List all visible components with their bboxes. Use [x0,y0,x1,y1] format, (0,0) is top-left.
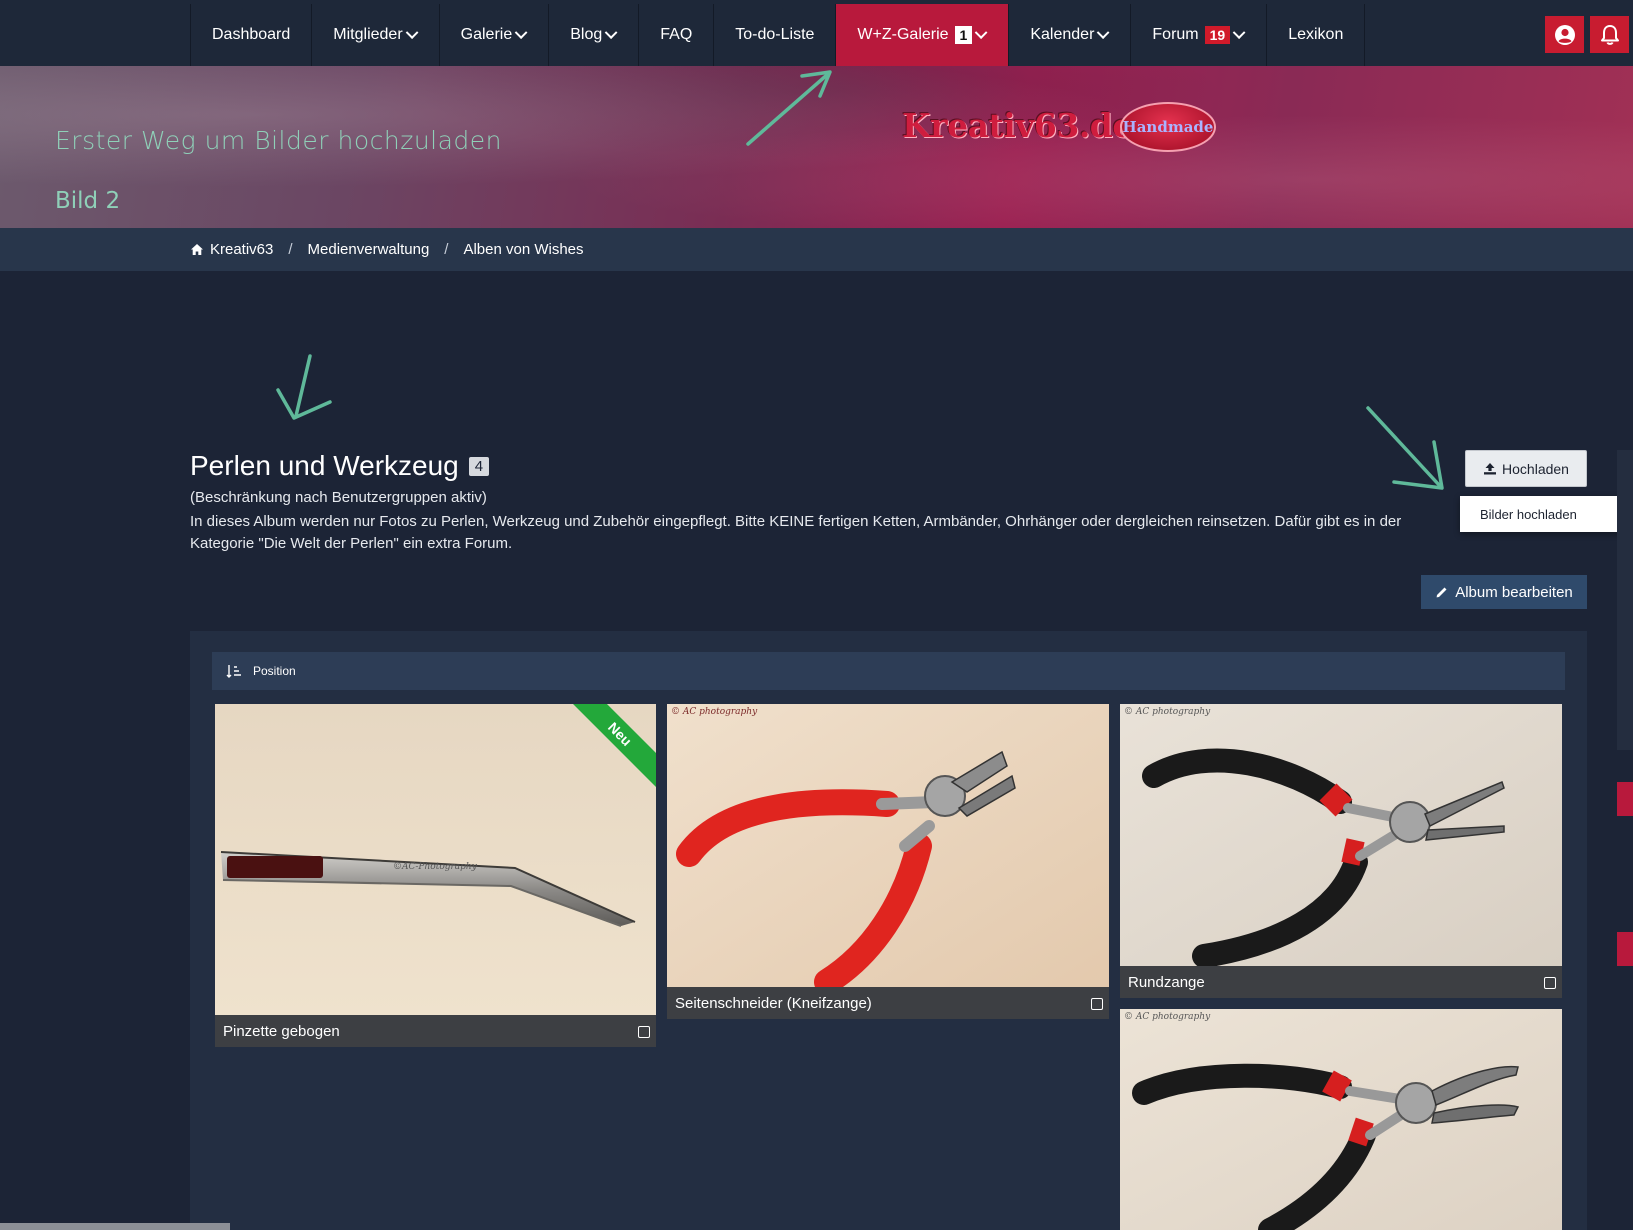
select-checkbox[interactable] [1091,998,1103,1010]
nav-item-mitglieder[interactable]: Mitglieder [312,4,440,66]
select-checkbox[interactable] [1544,977,1556,989]
notification-badge: 1 [954,26,973,44]
sort-bar[interactable]: Position [212,652,1565,690]
nav-label: To-do-Liste [735,26,815,43]
gallery-image-tile[interactable]: © AC photography [1120,1009,1562,1230]
image-caption: Seitenschneider (Kneifzange) [667,987,1109,1019]
sort-label: Position [253,664,296,678]
nav-item-faq[interactable]: FAQ [639,4,715,66]
top-navigation: Dashboard Mitglieder Galerie Blog FAQ To… [0,0,1633,67]
nav-item-dashboard[interactable]: Dashboard [191,4,313,66]
user-circle-icon [1554,24,1575,45]
breadcrumb-item-medienverwaltung[interactable]: Medienverwaltung [308,241,430,258]
flat-nose-pliers-photo [1120,1009,1562,1230]
nav-label: Forum [1152,26,1199,43]
upload-button-label: Hochladen [1502,460,1569,477]
photo-watermark: © AC photography [1124,1012,1211,1022]
gallery-image-tile[interactable]: ©AC-Photography Neu Pinzette gebogen [215,704,656,1047]
home-icon [191,244,203,255]
breadcrumb-separator: / [444,241,449,258]
select-checkbox[interactable] [638,1026,650,1038]
nav-item-todo-liste[interactable]: To-do-Liste [714,4,837,66]
breadcrumb-item-kreativ63[interactable]: Kreativ63 [210,241,273,258]
main-menu: Dashboard Mitglieder Galerie Blog FAQ To… [190,4,1366,66]
user-menu-button[interactable] [1545,16,1584,53]
annotation-arrow-icon [276,354,332,420]
side-tab[interactable] [1617,782,1633,816]
album-description: In dieses Album werden nur Fotos zu Perl… [190,513,1402,552]
side-cutter-photo [667,704,1109,987]
upload-button[interactable]: Hochladen [1465,450,1587,487]
chevron-down-icon [405,25,419,39]
gallery-image-tile[interactable]: © AC photography Rundzange [1120,704,1562,998]
annotation-arrow-icon [746,70,832,146]
nav-label: W+Z-Galerie [857,26,949,43]
album-header: Perlen und Werkzeug 4 [190,450,490,482]
notifications-button[interactable] [1590,16,1629,53]
breadcrumb: Kreativ63 / Medienverwaltung / Alben von… [0,228,1633,271]
side-tab[interactable] [1617,932,1633,966]
nav-label: Galerie [460,26,513,43]
tweezers-photo [215,704,656,1015]
page-title: Perlen und Werkzeug [190,450,459,481]
nav-item-forum[interactable]: Forum 19 [1131,4,1268,66]
notification-badge: 19 [1204,26,1231,44]
site-logo[interactable]: Kreativ63.de [902,106,1133,145]
nav-item-kalender[interactable]: Kalender [1009,4,1132,66]
upload-icon [1484,463,1497,475]
image-count-badge: 4 [468,456,490,476]
gallery-image-tile[interactable]: © AC photography Seitenschneider (Kneifz… [667,704,1109,1019]
bell-icon [1600,24,1619,45]
edit-album-label: Album bearbeiten [1455,583,1573,601]
chevron-down-icon [975,25,988,39]
banner-subheading: Bild 2 [55,188,121,214]
banner-heading: Erster Weg um Bilder hochzuladen [55,126,503,155]
photo-watermark: © AC photography [671,707,758,717]
nav-item-lexikon[interactable]: Lexikon [1267,4,1366,66]
chevron-down-icon [1097,25,1110,39]
nav-item-blog[interactable]: Blog [549,4,640,66]
menu-item-bilder-hochladen[interactable]: Bilder hochladen [1460,496,1623,532]
nav-label: Blog [570,26,603,43]
breadcrumb-item-alben[interactable]: Alben von Wishes [463,241,583,258]
pencil-icon [1436,587,1447,598]
sort-ascending-icon [226,665,241,678]
page-scrollbar[interactable] [1617,450,1633,750]
horizontal-scrollbar[interactable] [0,1223,230,1230]
chevron-down-icon [1232,25,1246,39]
nav-label: Dashboard [212,26,291,43]
album-restriction-note: (Beschränkung nach Benutzergruppen aktiv… [190,489,487,506]
photo-watermark: ©AC-Photography [393,862,477,872]
handmade-badge: Handmade [1120,102,1216,152]
annotation-arrow-icon [1366,406,1444,490]
edit-album-button[interactable]: Album bearbeiten [1421,575,1587,609]
nav-label: Mitglieder [333,26,403,43]
nav-label: Kalender [1030,26,1095,43]
photo-watermark: © AC photography [1124,707,1211,717]
breadcrumb-separator: / [288,241,293,258]
round-nose-pliers-photo [1120,704,1562,966]
nav-label: FAQ [660,26,693,43]
nav-label: Lexikon [1288,26,1344,43]
nav-item-galerie[interactable]: Galerie [440,4,550,66]
nav-item-wz-galerie[interactable]: W+Z-Galerie 1 [836,4,1010,66]
chevron-down-icon [604,25,618,39]
image-caption: Pinzette gebogen [215,1015,656,1047]
image-caption: Rundzange [1120,966,1562,998]
chevron-down-icon [514,25,528,39]
